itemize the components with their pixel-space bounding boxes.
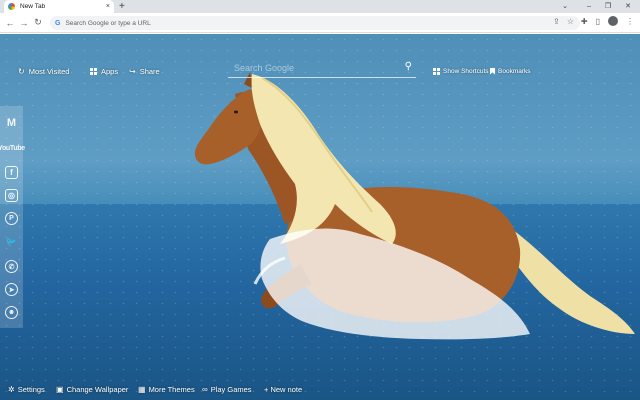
most-visited-button[interactable]: ↻ Most Visited — [18, 64, 69, 78]
tab-search-icon[interactable]: ⌄ — [557, 0, 573, 13]
profile-avatar[interactable] — [608, 16, 618, 26]
tab-strip: New Tab × + ⌄ – ❐ ✕ — [0, 0, 640, 13]
search-input[interactable] — [228, 62, 388, 73]
bookmarks-label: Bookmarks — [498, 67, 531, 75]
gmail-icon[interactable]: M — [4, 115, 20, 131]
settings-label: Settings — [17, 384, 45, 394]
share-label: Share — [139, 66, 160, 76]
side-panel-icon[interactable]: ▯ — [596, 17, 600, 26]
browser-toolbar: ← → ↻ G ⇪ ☆ ✚ ▯ ⋮ — [0, 13, 640, 33]
back-button[interactable]: ← — [3, 18, 17, 28]
maximize-button[interactable]: ❐ — [600, 0, 616, 13]
apps-button[interactable]: Apps — [90, 64, 118, 78]
minimize-button[interactable]: – — [581, 0, 597, 13]
tab-title: New Tab — [20, 3, 46, 10]
settings-button[interactable]: ✲ Settings — [8, 382, 45, 396]
show-shortcuts-label: Show Shortcuts — [443, 67, 489, 75]
reload-button[interactable]: ↻ — [31, 17, 45, 28]
most-visited-label: Most Visited — [28, 66, 70, 76]
extensions-icon[interactable]: ✚ — [581, 17, 588, 26]
bookmark-star-icon[interactable]: ☆ — [567, 17, 574, 26]
social-sidebar: M YouTube f ◎ P 🐦 ✆ ➤ ☻ — [0, 106, 25, 328]
tab-new-tab[interactable]: New Tab × — [4, 0, 114, 13]
change-wallpaper-button[interactable]: ▣ Change Wallpaper — [56, 382, 128, 396]
bookmark-icon — [490, 67, 495, 75]
new-tab-page: ↻ Most Visited Apps ↪ Share ⚲ Show Short… — [0, 34, 640, 400]
youtube-icon[interactable]: YouTube — [0, 141, 25, 157]
share-button[interactable]: ↪ Share — [129, 64, 160, 78]
new-note-label: + New note — [264, 384, 303, 394]
more-themes-button[interactable]: ▦ More Themes — [138, 382, 195, 396]
pinterest-icon[interactable]: P — [5, 211, 18, 225]
omnibox[interactable]: G ⇪ ☆ — [50, 16, 580, 30]
tab-close-icon[interactable]: × — [106, 3, 110, 10]
forward-button[interactable]: → — [17, 18, 31, 28]
reddit-icon[interactable]: ☻ — [5, 306, 18, 319]
share-icon: ↪ — [129, 66, 136, 76]
chrome-favicon-icon — [8, 3, 15, 10]
instagram-icon[interactable]: ◎ — [5, 189, 18, 203]
new-note-button[interactable]: + New note — [264, 382, 302, 396]
omnibox-input[interactable] — [65, 19, 506, 27]
more-themes-label: More Themes — [148, 384, 195, 394]
apps-grid-icon — [90, 67, 97, 75]
bookmarks-button[interactable]: Bookmarks — [490, 64, 531, 78]
twitter-icon[interactable]: 🐦 — [4, 235, 20, 251]
whatsapp-icon[interactable]: ✆ — [5, 260, 18, 274]
search-icon[interactable]: ⚲ — [405, 61, 412, 72]
apps-label: Apps — [101, 66, 119, 76]
themes-icon: ▦ — [138, 384, 146, 394]
search-box[interactable]: ⚲ — [228, 58, 416, 78]
show-shortcuts-button[interactable]: Show Shortcuts — [433, 64, 489, 78]
play-games-button[interactable]: ∞ Play Games — [202, 382, 252, 396]
horse-wallpaper — [194, 72, 635, 340]
play-games-label: Play Games — [210, 384, 252, 394]
wallpaper-icon: ▣ — [56, 384, 64, 394]
shortcuts-icon — [433, 67, 440, 75]
horse-eye — [234, 110, 238, 114]
facebook-icon[interactable]: f — [5, 166, 18, 180]
settings-gear-icon: ✲ — [8, 384, 15, 394]
share-page-icon[interactable]: ⇪ — [553, 17, 560, 26]
change-wallpaper-label: Change Wallpaper — [66, 384, 129, 394]
horse-tail — [505, 224, 635, 334]
games-controller-icon: ∞ — [202, 384, 208, 394]
close-window-button[interactable]: ✕ — [620, 0, 636, 13]
most-visited-icon: ↻ — [18, 66, 25, 76]
telegram-icon[interactable]: ➤ — [5, 283, 18, 297]
browser-menu-icon[interactable]: ⋮ — [626, 17, 634, 26]
google-icon: G — [55, 19, 61, 27]
new-tab-button[interactable]: + — [119, 0, 125, 13]
